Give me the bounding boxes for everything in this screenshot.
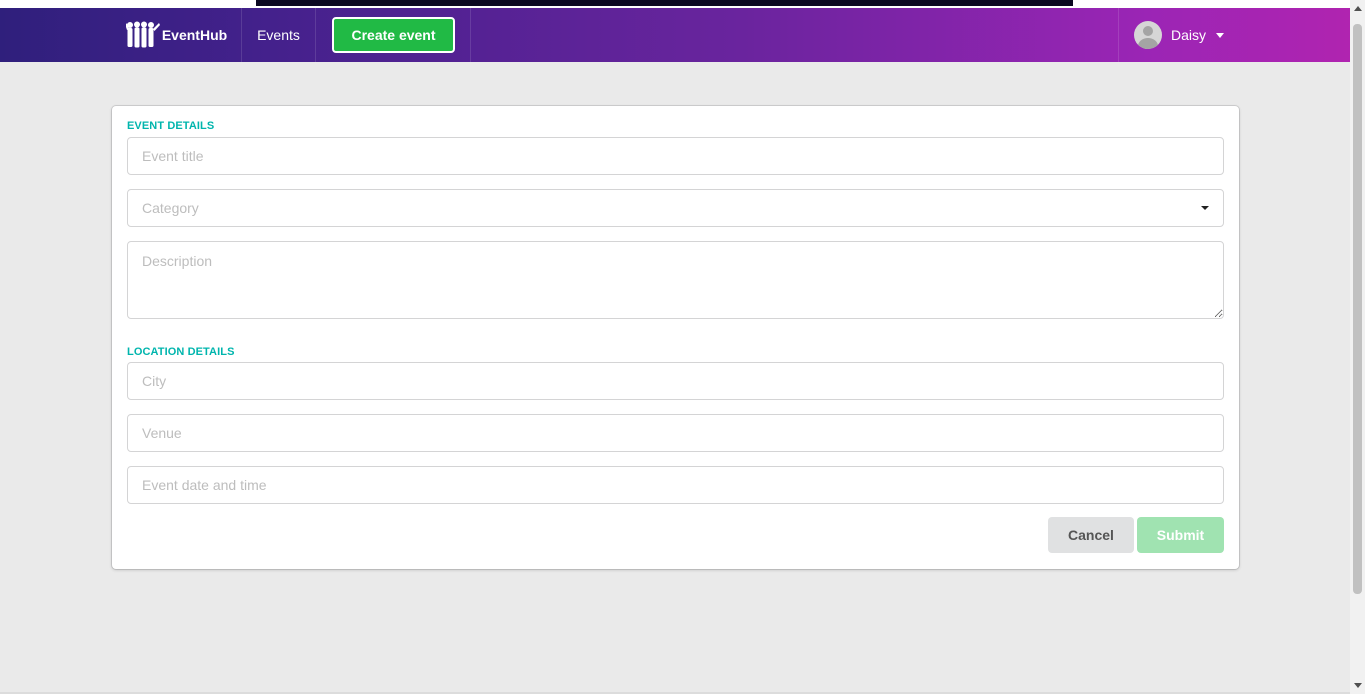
- create-event-button[interactable]: Create event: [332, 17, 455, 53]
- browser-top-strip: [0, 0, 1350, 8]
- brand-link[interactable]: EventHub: [112, 8, 242, 62]
- scroll-down-icon[interactable]: [1354, 683, 1362, 688]
- event-details-header: EVENT DETAILS: [127, 120, 215, 132]
- scrollbar-thumb[interactable]: [1353, 24, 1362, 594]
- category-placeholder: Category: [142, 200, 199, 216]
- top-navbar: EventHub Events Create event Daisy: [0, 8, 1350, 62]
- top-dark-bar: [256, 0, 1073, 6]
- user-dropdown[interactable]: Daisy: [1118, 8, 1238, 62]
- page-scrollbar[interactable]: [1350, 0, 1365, 694]
- nav-create-item: Create event: [316, 8, 471, 62]
- venue-input[interactable]: [127, 414, 1224, 452]
- people-group-logo-icon: [125, 21, 160, 48]
- brand-name: EventHub: [161, 27, 228, 43]
- city-input[interactable]: [127, 362, 1224, 400]
- user-name: Daisy: [1171, 27, 1207, 43]
- event-form-card: EVENT DETAILS Category LOCATION DETAILS …: [112, 106, 1239, 569]
- nav-events-link[interactable]: Events: [242, 8, 316, 62]
- avatar: [1134, 21, 1162, 49]
- cancel-button[interactable]: Cancel: [1048, 517, 1134, 553]
- scroll-up-icon[interactable]: [1354, 6, 1362, 11]
- event-date-input[interactable]: [127, 466, 1224, 504]
- event-title-input[interactable]: [127, 137, 1224, 175]
- location-details-header: LOCATION DETAILS: [127, 346, 235, 358]
- caret-down-icon: [1216, 32, 1225, 38]
- category-select[interactable]: Category: [127, 189, 1224, 227]
- submit-button[interactable]: Submit: [1137, 517, 1224, 553]
- nav-events-label: Events: [257, 27, 300, 43]
- caret-down-icon: [1201, 206, 1209, 210]
- description-textarea[interactable]: [127, 241, 1224, 319]
